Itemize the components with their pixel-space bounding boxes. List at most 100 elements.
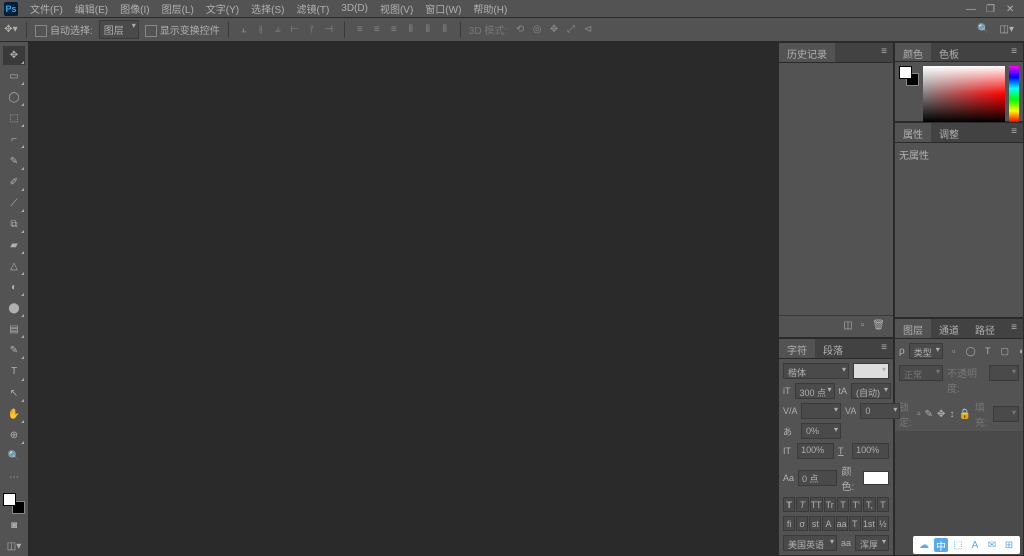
- lock-transparent-icon[interactable]: ▫: [917, 409, 921, 420]
- lock-position-icon[interactable]: ✥: [937, 409, 945, 420]
- tray-mail-icon[interactable]: ✉: [985, 538, 999, 552]
- layer-filter-dropdown[interactable]: 类型: [909, 343, 943, 359]
- slide-icon[interactable]: ⤢: [564, 23, 578, 37]
- contextual-button[interactable]: σ: [796, 516, 808, 531]
- filter-smart-icon[interactable]: ◐: [1015, 344, 1024, 358]
- crop-tool[interactable]: ⌐: [3, 130, 25, 149]
- fill-input[interactable]: [993, 406, 1019, 422]
- bold-button[interactable]: T: [783, 497, 795, 512]
- fractions-button[interactable]: ½: [877, 516, 889, 531]
- eyedropper-tool[interactable]: ✎: [3, 151, 25, 170]
- new-document-icon[interactable]: ▫: [861, 320, 865, 333]
- font-family-dropdown[interactable]: 楷体: [783, 363, 849, 379]
- gradient-tool[interactable]: ◐: [3, 278, 25, 297]
- character-menu-icon[interactable]: ≡: [875, 339, 893, 358]
- path-select-tool[interactable]: ↖: [3, 384, 25, 403]
- color-fgbg[interactable]: [899, 66, 919, 86]
- filter-type-icon[interactable]: T: [981, 344, 995, 358]
- search-icon[interactable]: 🔍: [977, 24, 989, 35]
- dist-left-icon[interactable]: ⦀: [404, 23, 418, 37]
- workspace-icon[interactable]: ◫▾: [1000, 24, 1014, 35]
- zoom-tool[interactable]: 🔍: [3, 447, 25, 466]
- move-tool[interactable]: ✥: [3, 46, 25, 65]
- dist-right-icon[interactable]: ⦀: [438, 23, 452, 37]
- font-style-dropdown[interactable]: [853, 363, 889, 379]
- tab-layers[interactable]: 图层: [895, 319, 931, 338]
- tray-grid-icon[interactable]: ⊞: [1002, 538, 1016, 552]
- lasso-tool[interactable]: ◯: [3, 88, 25, 107]
- dist-hcenter-icon[interactable]: ⦀: [421, 23, 435, 37]
- strikethrough-button[interactable]: T: [877, 497, 889, 512]
- filter-shape-icon[interactable]: ▢: [998, 344, 1012, 358]
- tab-color[interactable]: 颜色: [895, 43, 931, 61]
- leading-input[interactable]: (自动): [851, 383, 891, 399]
- pan-icon[interactable]: ✥: [547, 23, 561, 37]
- filter-adjust-icon[interactable]: ◯: [964, 344, 978, 358]
- align-hcenter-icon[interactable]: ⫯: [305, 23, 319, 37]
- color-swatches[interactable]: [3, 493, 25, 514]
- menu-edit[interactable]: 编辑(E): [69, 1, 114, 16]
- text-color-swatch[interactable]: [863, 471, 889, 485]
- blur-tool[interactable]: ⬤: [3, 299, 25, 318]
- quick-select-tool[interactable]: ⬚: [3, 109, 25, 128]
- language-dropdown[interactable]: 美国英语: [783, 535, 837, 551]
- tab-properties[interactable]: 属性: [895, 123, 931, 142]
- hscale-input[interactable]: 100%: [852, 443, 889, 459]
- pen-tool[interactable]: ✎: [3, 341, 25, 360]
- minimize-button[interactable]: —: [966, 4, 976, 14]
- baseline-input[interactable]: 0 点: [798, 470, 837, 486]
- tsume-input[interactable]: 0%: [801, 423, 841, 439]
- align-left-icon[interactable]: ⊢: [288, 23, 302, 37]
- color-menu-icon[interactable]: ≡: [1005, 43, 1023, 61]
- properties-menu-icon[interactable]: ≡: [1005, 123, 1023, 142]
- orbit-icon[interactable]: ⟲: [513, 23, 527, 37]
- tray-cloud-icon[interactable]: ☁: [917, 538, 931, 552]
- autoselect-checkbox[interactable]: 自动选择:: [35, 22, 93, 37]
- align-right-icon[interactable]: ⊣: [322, 23, 336, 37]
- layers-menu-icon[interactable]: ≡: [1005, 319, 1023, 338]
- brush-tool[interactable]: ⟋: [3, 194, 25, 213]
- zoom-icon[interactable]: ⊲: [581, 23, 595, 37]
- dodge-tool[interactable]: ▤: [3, 320, 25, 339]
- menu-3d[interactable]: 3D(D): [335, 3, 374, 14]
- italic-button[interactable]: T: [796, 497, 808, 512]
- tray-a-icon[interactable]: A: [968, 538, 982, 552]
- smallcaps-button[interactable]: Tr: [824, 497, 836, 512]
- tab-history[interactable]: 历史记录: [779, 43, 835, 62]
- hand-tool[interactable]: ⊕: [3, 426, 25, 445]
- menu-window[interactable]: 窗口(W): [419, 1, 467, 16]
- dist-top-icon[interactable]: ≡: [353, 23, 367, 37]
- quickmask-toggle[interactable]: ◙: [3, 516, 25, 535]
- stylistic-button[interactable]: aa: [836, 516, 848, 531]
- swash-button[interactable]: A: [822, 516, 834, 531]
- superscript-button[interactable]: T: [837, 497, 849, 512]
- opacity-input[interactable]: [989, 365, 1019, 381]
- align-bottom-icon[interactable]: ⫨: [271, 23, 285, 37]
- healing-tool[interactable]: ✐: [3, 173, 25, 192]
- tab-paragraph[interactable]: 段落: [815, 339, 851, 358]
- menu-select[interactable]: 选择(S): [245, 1, 290, 16]
- stamp-tool[interactable]: ⧉: [3, 215, 25, 234]
- shape-tool[interactable]: ✋: [3, 405, 25, 424]
- tab-adjustments[interactable]: 调整: [931, 123, 967, 142]
- tracking-input[interactable]: 0: [860, 403, 900, 419]
- ligatures-button[interactable]: fi: [783, 516, 795, 531]
- marquee-tool[interactable]: ▭: [3, 67, 25, 86]
- align-vcenter-icon[interactable]: ⫲: [254, 23, 268, 37]
- menu-layer[interactable]: 图层(L): [156, 1, 200, 16]
- new-snapshot-icon[interactable]: ◫: [843, 320, 852, 333]
- tab-channels[interactable]: 通道: [931, 319, 967, 338]
- eraser-tool[interactable]: △: [3, 257, 25, 276]
- type-tool[interactable]: T: [3, 362, 25, 381]
- font-size-input[interactable]: 300 点: [795, 383, 835, 399]
- vscale-input[interactable]: 100%: [797, 443, 834, 459]
- delete-icon[interactable]: 🗑: [872, 320, 885, 333]
- menu-file[interactable]: 文件(F): [24, 1, 69, 16]
- kerning-input[interactable]: [801, 403, 841, 419]
- history-brush-tool[interactable]: ▰: [3, 236, 25, 255]
- menu-image[interactable]: 图像(I): [114, 1, 155, 16]
- ordinals-button[interactable]: 1st: [862, 516, 876, 531]
- autoselect-dropdown[interactable]: 图层: [99, 20, 139, 39]
- antialias-dropdown[interactable]: 浑厚: [855, 535, 889, 551]
- tab-swatches[interactable]: 色板: [931, 43, 967, 61]
